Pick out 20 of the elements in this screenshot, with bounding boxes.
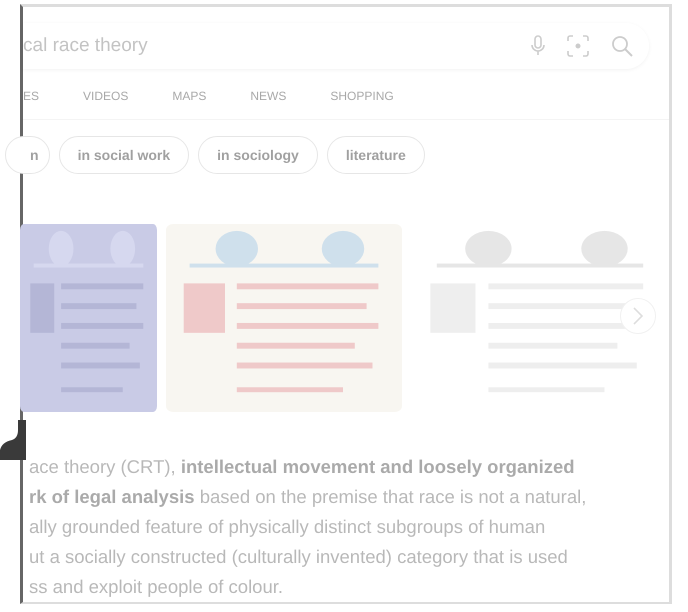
search-tab[interactable]: SHOPPING xyxy=(330,89,394,119)
filter-chip[interactable]: in sociology xyxy=(198,136,318,174)
search-tab[interactable]: MAPS xyxy=(172,89,206,119)
filter-chip[interactable]: n xyxy=(5,136,50,174)
microphone-icon[interactable] xyxy=(531,35,545,57)
search-tab[interactable]: NEWS xyxy=(250,89,286,119)
filter-chip[interactable]: literature xyxy=(326,136,425,174)
search-query: cal race theory xyxy=(23,35,148,57)
summary-text-line: rk of legal analysis based on the premise that race is not a natural, xyxy=(29,485,588,509)
summary-text-line: ut a socially constructed (culturally invented) category that is used xyxy=(29,545,569,569)
chevron-right-icon xyxy=(633,307,643,325)
filter-chip[interactable]: in social work xyxy=(58,136,190,174)
summary-text-line: ace theory (CRT), intellectual movement and loosely organized xyxy=(29,455,576,479)
search-tab[interactable]: ES xyxy=(23,89,40,119)
summary-text-line: ally grounded feature of physically distinct subgroups of human xyxy=(29,515,546,539)
camera-lens-icon[interactable] xyxy=(567,35,589,57)
summary-text-line: ss and exploit people of colour. xyxy=(29,575,284,599)
search-icon[interactable] xyxy=(611,35,633,57)
search-tab[interactable]: VIDEOS xyxy=(83,89,128,119)
search-field[interactable]: cal race theory xyxy=(23,23,649,69)
